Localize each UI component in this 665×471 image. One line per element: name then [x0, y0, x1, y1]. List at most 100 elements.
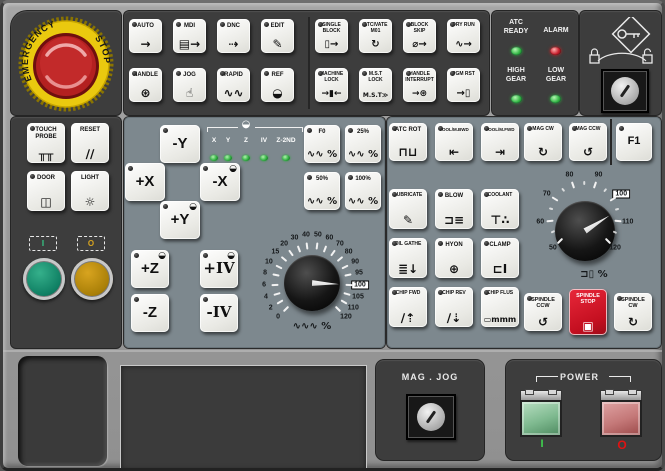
power-on-face[interactable] [520, 400, 562, 437]
jog-key-minus-z[interactable]: -Z [131, 294, 169, 332]
key-led [362, 71, 367, 76]
power-on-symbol: I [537, 438, 547, 450]
key-lubricate[interactable]: LUBRICATE✎ [389, 189, 427, 229]
key-mag-cw[interactable]: MAG CW↻ [524, 123, 562, 161]
key-dnc[interactable]: DNC⇢ [217, 19, 250, 53]
dial-tick [552, 196, 559, 201]
axis-label-y: Y [226, 137, 230, 144]
key-led [203, 253, 208, 258]
key-rapid-25[interactable]: 25%∿∿ % [345, 125, 381, 163]
jog-key-minus-iv[interactable]: -IV [200, 294, 238, 332]
tool-forward-icon: ⇥ [495, 146, 505, 158]
key-slot [426, 410, 436, 423]
key-f1[interactable]: F1 [616, 123, 652, 161]
key-mst-lock[interactable]: M.S.T LOCKM.S.T≫ [359, 68, 392, 102]
power-label: POWER [560, 372, 599, 382]
keyswitch-barrel[interactable] [417, 403, 445, 431]
key-single-block[interactable]: SINGLE BLOCK▯→ [315, 19, 348, 53]
blank-panel [120, 365, 367, 471]
key-mdi[interactable]: MDI▤→ [173, 19, 206, 53]
dial-label: 90 [351, 258, 359, 265]
keyswitch-barrel[interactable] [611, 77, 639, 105]
key-led [134, 297, 139, 302]
key-mag-ccw[interactable]: MAG CCW↺ [569, 123, 607, 161]
key-led [348, 128, 353, 133]
key-rapid-100[interactable]: 100%∿∿ % [345, 172, 381, 210]
key-pgm-rst[interactable]: PGM RST→▯ [447, 68, 480, 102]
jog-key-plus-z[interactable]: ◒+Z [131, 250, 169, 288]
key-jog[interactable]: JOG☝ [173, 68, 206, 102]
key-tool-mag-bwd[interactable]: TOOL/M.BWD⇤ [435, 123, 473, 161]
key-led [163, 128, 168, 133]
key-spindle-cw[interactable]: SPINDLE CW↻ [614, 293, 652, 331]
dial-label: 80 [566, 172, 574, 179]
key-handle[interactable]: HANDLE⊛ [129, 68, 162, 102]
key-oil-gather[interactable]: OIL GATHE≣↓ [389, 238, 427, 278]
power-on-button[interactable] [520, 390, 562, 437]
dial-tick [296, 245, 300, 252]
amber-pushbutton[interactable] [71, 258, 113, 300]
key-chip-rev[interactable]: CHIP REV∕⇣ [435, 287, 473, 327]
mode-keyswitch[interactable] [601, 69, 649, 113]
key-block-skip[interactable]: BLOCK SKIP⌀→ [403, 19, 436, 53]
feed-override-knob[interactable] [284, 255, 340, 311]
key-chip-fwd[interactable]: CHIP FWD∕⇡ [389, 287, 427, 327]
key-led [438, 241, 443, 246]
key-spindle-ccw[interactable]: SPINDLE CCW↺ [524, 293, 562, 331]
power-off-face[interactable] [600, 400, 642, 437]
emergency-stop-button[interactable]: EMERGENCY STOP [11, 11, 121, 115]
key-led [220, 22, 225, 27]
key-handle-interrupt[interactable]: HANDLE INTERRUPT→⊛ [403, 68, 436, 102]
jog-key-minus-y[interactable]: -Y [160, 125, 200, 163]
key-touch-probe[interactable]: TOUCH PROBE╥╥ [27, 123, 65, 163]
key-rapid[interactable]: RAPID∿∿ [217, 68, 250, 102]
mst-lock-icon: M.S.T≫ [363, 93, 388, 99]
key-led [264, 71, 269, 76]
dial-tick [340, 299, 347, 304]
jog-key-plus-iv[interactable]: ◒+IV [200, 250, 238, 288]
status-led-panel: ATC READY ALARM HIGH GEAR LOW GEAR [492, 11, 578, 115]
key-hyon[interactable]: HYON⊕ [435, 238, 473, 278]
key-clamp[interactable]: CLAMP⊏I [481, 238, 519, 278]
key-edit[interactable]: EDIT✎ [261, 19, 294, 53]
dial-label: 100 [351, 280, 369, 289]
dial-label: 4 [264, 293, 268, 300]
key-machine-lock[interactable]: MACHINE LOCK→▮← [315, 68, 348, 102]
key-led [264, 22, 269, 27]
mag-jog-keyswitch[interactable] [406, 394, 456, 440]
key-rapid-f0[interactable]: F0∿∿ % [304, 125, 340, 163]
dial-tick [593, 181, 597, 188]
key-coolant[interactable]: COOLANT⊤∴ [481, 189, 519, 229]
key-reset[interactable]: RESET∕∕ [71, 123, 109, 163]
key-ref[interactable]: REF◒ [261, 68, 294, 102]
dial-tick [273, 292, 280, 296]
pgm-rst-icon: →▯ [457, 89, 471, 99]
key-led [406, 22, 411, 27]
key-led [176, 71, 181, 76]
rapid-wave-icon: ∿∿ % [348, 197, 378, 207]
key-spindle-stop[interactable]: SPINDLE STOP▣ [569, 289, 607, 335]
dial-label: 20 [280, 240, 288, 247]
green-pushbutton[interactable] [23, 258, 65, 300]
key-rapid-50[interactable]: 50%∿∿ % [304, 172, 340, 210]
atc-ready-label: ATC READY [496, 19, 536, 37]
key-activate-m01[interactable]: ATCIVATE M01↻ [359, 19, 392, 53]
key-tool-mag-fwd[interactable]: TOOL/M.FWD⇥ [481, 123, 519, 161]
rapid-wave-icon: ∿∿ % [307, 150, 337, 160]
spindle-override-knob[interactable] [555, 201, 615, 261]
key-chip-flush[interactable]: CHIP FLUS▭mmm [481, 287, 519, 327]
key-auto[interactable]: AUTO→ [129, 19, 162, 53]
jog-key-plus-x[interactable]: +X [125, 163, 165, 201]
jog-key-minus-x[interactable]: ◒-X [200, 163, 240, 201]
key-atc-rot[interactable]: ATC ROT⊓⊔ [389, 123, 427, 161]
key-led [484, 126, 489, 131]
cnc-operator-panel: EMERGENCY STOP AUTO→ MDI▤→ DNC⇢ EDIT✎ HA… [0, 0, 665, 471]
key-light[interactable]: LIGHT☼ [71, 171, 109, 211]
jog-key-plus-y[interactable]: ◒+Y [160, 201, 200, 239]
key-blow[interactable]: BLOW⊐≡ [435, 189, 473, 229]
touch-probe-icon: ╥╥ [39, 148, 53, 160]
dry-run-icon: ∿→ [455, 40, 472, 50]
key-door[interactable]: DOOR◫ [27, 171, 65, 211]
power-off-button[interactable] [600, 390, 642, 437]
key-dry-run[interactable]: DRY RUN∿→ [447, 19, 480, 53]
